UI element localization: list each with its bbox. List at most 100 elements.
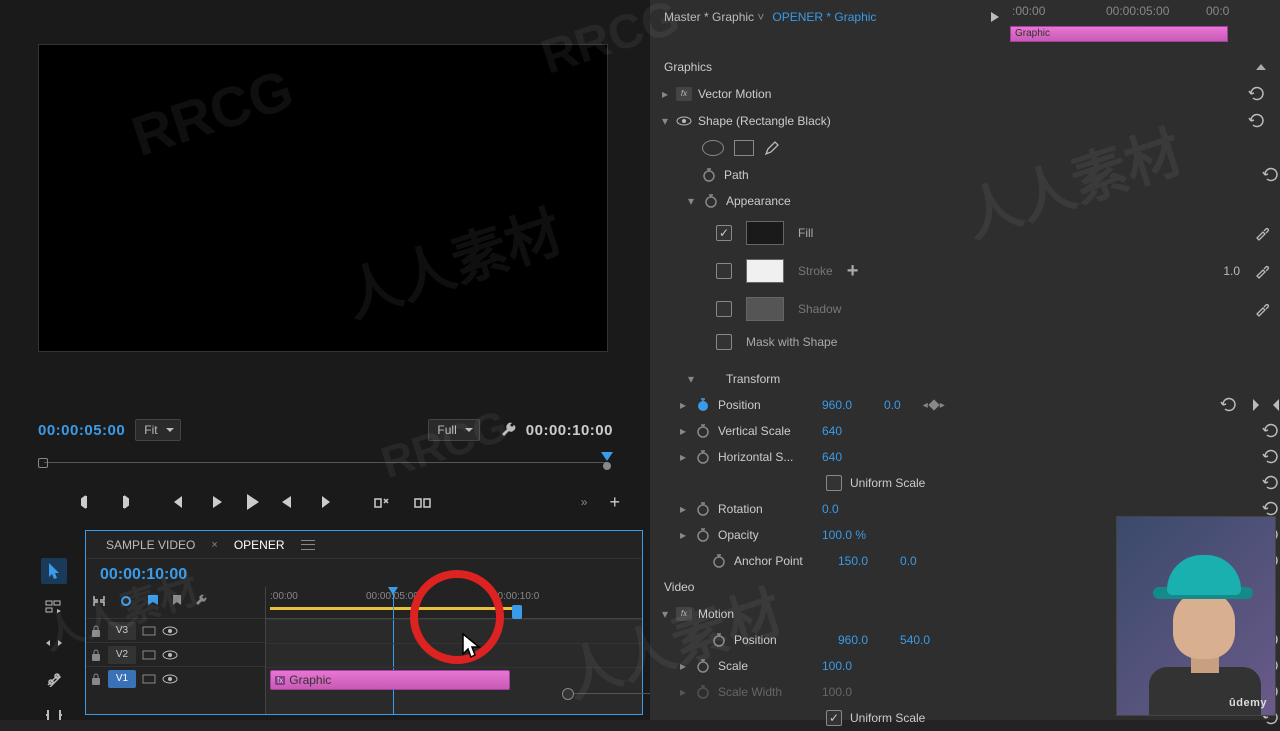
expand-position[interactable] bbox=[678, 398, 688, 412]
out-marker[interactable] bbox=[512, 605, 522, 619]
prev-keyframe-icon[interactable]: ◂ bbox=[923, 400, 928, 411]
reset-icon[interactable] bbox=[1262, 167, 1280, 183]
scrub-playhead[interactable] bbox=[601, 452, 613, 470]
track-v2-label[interactable]: V2 bbox=[108, 646, 136, 664]
slip-tool[interactable] bbox=[41, 702, 67, 728]
add-button-icon[interactable]: + bbox=[609, 492, 620, 513]
stopwatch-icon[interactable] bbox=[696, 528, 710, 542]
master-clip-dropdown[interactable]: Master * Graphic bbox=[664, 10, 764, 24]
eyedropper-icon[interactable] bbox=[1254, 301, 1270, 317]
expand-scale[interactable] bbox=[678, 659, 688, 673]
settings-wrench-icon[interactable] bbox=[194, 594, 208, 608]
ease-out-icon[interactable] bbox=[1268, 398, 1280, 412]
go-to-in-icon[interactable] bbox=[170, 495, 186, 509]
lock-icon[interactable] bbox=[90, 624, 102, 638]
timeline-timecode[interactable]: 00:00:10:00 bbox=[100, 566, 187, 584]
eye-icon[interactable] bbox=[162, 673, 178, 685]
track-v2-header[interactable]: V2 bbox=[86, 642, 265, 666]
reset-icon[interactable] bbox=[1262, 475, 1280, 491]
lock-icon[interactable] bbox=[90, 672, 102, 686]
tab-opener[interactable]: OPENER bbox=[228, 534, 291, 556]
shadow-swatch[interactable] bbox=[746, 297, 784, 321]
razor-tool[interactable] bbox=[41, 666, 67, 692]
eyedropper-icon[interactable] bbox=[1254, 225, 1270, 241]
snap-icon[interactable] bbox=[92, 594, 106, 608]
step-forward-icon[interactable] bbox=[282, 495, 296, 509]
expand-hscale[interactable] bbox=[678, 450, 688, 464]
extract-icon[interactable] bbox=[414, 495, 432, 509]
vscale-value[interactable]: 640 bbox=[822, 424, 842, 438]
track-v1-lane[interactable]: fx Graphic bbox=[266, 667, 642, 691]
anchor-x-value[interactable]: 150.0 bbox=[838, 554, 868, 568]
rotation-value[interactable]: 0.0 bbox=[822, 502, 839, 516]
clip-graphic[interactable]: fx Graphic bbox=[270, 670, 510, 690]
tab-sample-video[interactable]: SAMPLE VIDEO bbox=[100, 534, 201, 556]
stroke-swatch[interactable] bbox=[746, 259, 784, 283]
fx-badge-icon[interactable]: fx bbox=[676, 87, 692, 101]
ease-in-icon[interactable] bbox=[1252, 398, 1264, 412]
lift-icon[interactable] bbox=[374, 495, 392, 509]
stopwatch-icon[interactable] bbox=[712, 554, 726, 568]
eyedropper-icon[interactable] bbox=[1254, 263, 1270, 279]
reset-icon[interactable] bbox=[1248, 113, 1266, 129]
eye-icon[interactable] bbox=[162, 649, 178, 661]
linked-selection-icon[interactable] bbox=[118, 593, 134, 609]
reset-icon[interactable] bbox=[1262, 423, 1280, 439]
shadow-checkbox[interactable] bbox=[716, 301, 732, 317]
expand-appearance[interactable] bbox=[686, 194, 696, 208]
step-back-icon[interactable] bbox=[208, 495, 222, 509]
track-select-tool[interactable] bbox=[41, 594, 67, 620]
play-head-sync-icon[interactable] bbox=[990, 11, 1000, 23]
add-stroke-button[interactable]: + bbox=[847, 260, 859, 283]
tab-close-icon[interactable]: × bbox=[211, 539, 217, 551]
m-position-y-value[interactable]: 540.0 bbox=[900, 633, 930, 647]
next-keyframe-icon[interactable]: ▸ bbox=[940, 400, 945, 411]
scale-value[interactable]: 100.0 bbox=[822, 659, 852, 673]
stopwatch-icon[interactable] bbox=[696, 424, 710, 438]
hscale-value[interactable]: 640 bbox=[822, 450, 842, 464]
rectangle-mask-button[interactable] bbox=[734, 140, 754, 156]
stopwatch-icon[interactable] bbox=[696, 450, 710, 464]
stroke-checkbox[interactable] bbox=[716, 263, 732, 279]
reset-icon[interactable] bbox=[1220, 397, 1238, 413]
more-transport-icon[interactable]: » bbox=[581, 495, 588, 509]
stopwatch-icon[interactable] bbox=[704, 194, 718, 208]
track-v1-header[interactable]: V1 bbox=[86, 666, 265, 690]
expand-shape[interactable] bbox=[660, 114, 670, 128]
zoom-select[interactable]: Fit bbox=[135, 419, 180, 441]
expand-motion[interactable] bbox=[660, 607, 670, 621]
resolution-select[interactable]: Full bbox=[428, 419, 479, 441]
add-keyframe-icon[interactable] bbox=[928, 399, 939, 410]
stopwatch-icon[interactable] bbox=[702, 168, 716, 182]
anchor-y-value[interactable]: 0.0 bbox=[900, 554, 917, 568]
timeline-tracks-area[interactable]: :00:00 00:00:05:00 00:00:10:0 fx Graphic bbox=[266, 587, 642, 714]
current-timecode[interactable]: 00:00:05:00 bbox=[38, 422, 125, 439]
sync-lock-icon[interactable] bbox=[142, 673, 156, 685]
sync-lock-icon[interactable] bbox=[142, 625, 156, 637]
total-timecode[interactable]: 00:00:10:00 bbox=[526, 422, 613, 439]
marker-icon[interactable] bbox=[172, 594, 182, 608]
track-v3-header[interactable]: V3 bbox=[86, 618, 265, 642]
reset-icon[interactable] bbox=[1248, 86, 1266, 102]
stopwatch-icon[interactable] bbox=[696, 659, 710, 673]
expand-opacity[interactable] bbox=[678, 528, 688, 542]
pen-mask-icon[interactable] bbox=[764, 140, 780, 156]
uniform-scale-checkbox[interactable] bbox=[826, 475, 842, 491]
mark-in-icon[interactable] bbox=[80, 494, 94, 510]
marker-icon-blue[interactable] bbox=[146, 593, 160, 609]
play-icon[interactable] bbox=[244, 493, 260, 511]
track-v2-lane[interactable] bbox=[266, 643, 642, 667]
panel-menu-icon[interactable] bbox=[301, 540, 315, 550]
collapse-section-icon[interactable] bbox=[1256, 64, 1266, 70]
expand-transform[interactable] bbox=[686, 372, 696, 386]
expand-vscale[interactable] bbox=[678, 424, 688, 438]
stopwatch-icon[interactable] bbox=[696, 502, 710, 516]
mark-out-icon[interactable] bbox=[116, 494, 130, 510]
ellipse-mask-button[interactable] bbox=[702, 140, 724, 156]
position-y-value[interactable]: 0.0 bbox=[884, 398, 901, 412]
stopwatch-on-icon[interactable] bbox=[696, 398, 710, 412]
sequence-clip-link[interactable]: OPENER * Graphic bbox=[772, 10, 876, 24]
track-v3-lane[interactable] bbox=[266, 619, 642, 643]
reset-icon[interactable] bbox=[1262, 501, 1280, 517]
wrench-icon[interactable] bbox=[500, 422, 516, 438]
